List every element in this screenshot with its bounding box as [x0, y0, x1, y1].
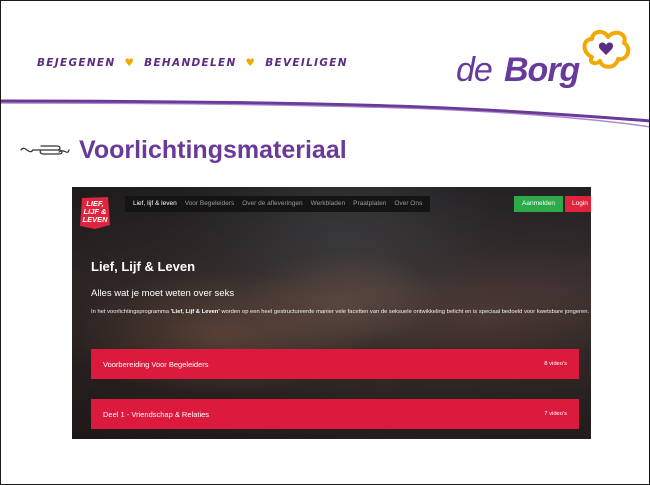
page-title: Voorlichtingsmateriaal: [79, 135, 347, 164]
nav-item-werkbladen[interactable]: Werkbladen: [307, 196, 350, 212]
login-button[interactable]: Login: [565, 196, 591, 212]
intro-program-name: 'Lief, Lijf & Leven': [170, 309, 220, 315]
tagline-part-2: BEHANDELEN: [144, 57, 237, 69]
logo-name: Borg: [504, 51, 580, 89]
hero-title: Lief, Lijf & Leven: [91, 259, 196, 274]
de-borg-logo: de Borg: [456, 30, 631, 95]
heart-icon: ♥: [245, 57, 257, 69]
lief-lijf-leven-logo[interactable]: LIEF, LIJF & LEVEN: [78, 195, 112, 231]
register-button[interactable]: Aanmelden: [514, 196, 563, 212]
header-swoosh: [1, 99, 649, 128]
logo-line-3: LEVEN: [82, 215, 108, 224]
series-bar-deel-1[interactable]: Deel 1 - Vriendschap & Relaties 7 video'…: [91, 399, 579, 429]
hero-intro: In het voorlichtingsprogramma 'Lief, Lij…: [91, 308, 591, 317]
slide-title-row: Voorlichtingsmateriaal: [19, 133, 347, 167]
intro-start: In het voorlichtingsprogramma: [91, 309, 171, 315]
intro-end: worden op een heel gestructureerde manie…: [219, 309, 590, 315]
tagline: BEJEGENEN ♥ BEHANDELEN ♥ BEVEILIGEN: [37, 57, 348, 69]
nav-item-praatplaten[interactable]: Praatplaten: [349, 196, 390, 212]
series-title: Voorbereiding Voor Begeleiders: [103, 359, 209, 369]
nav-item-begeleiders[interactable]: Voor Begeleiders: [181, 196, 239, 212]
tagline-part-1: BEJEGENEN: [37, 57, 116, 69]
nav-item-afleveringen[interactable]: Over de afleveringen: [238, 196, 306, 212]
main-nav: Lief, lijf & leven Voor Begeleiders Over…: [125, 196, 431, 212]
series-title: Deel 1 - Vriendschap & Relaties: [103, 409, 210, 419]
logo-prefix: de: [456, 51, 493, 89]
series-bar-voorbereiding[interactable]: Voorbereiding Voor Begeleiders 8 video's: [91, 349, 579, 379]
nav-item-over-ons[interactable]: Over Ons: [390, 196, 426, 212]
series-video-count: 7 video's: [544, 411, 567, 417]
series-video-count: 8 video's: [544, 361, 567, 367]
heart-icon: ♥: [124, 57, 136, 69]
slide: BEJEGENEN ♥ BEHANDELEN ♥ BEVEILIGEN de B…: [0, 0, 650, 485]
logo-text: LIEF, LIJF & LEVEN: [78, 200, 112, 224]
hero-subtitle: Alles wat je moet weten over seks: [91, 288, 235, 299]
tagline-part-3: BEVEILIGEN: [265, 57, 348, 69]
flower-heart-icon: [582, 30, 631, 69]
nav-item-home[interactable]: Lief, lijf & leven: [129, 196, 181, 212]
website-screenshot: LIEF, LIJF & LEVEN Lief, lijf & leven Vo…: [72, 187, 591, 439]
hand-ornament-icon: [20, 145, 70, 155]
